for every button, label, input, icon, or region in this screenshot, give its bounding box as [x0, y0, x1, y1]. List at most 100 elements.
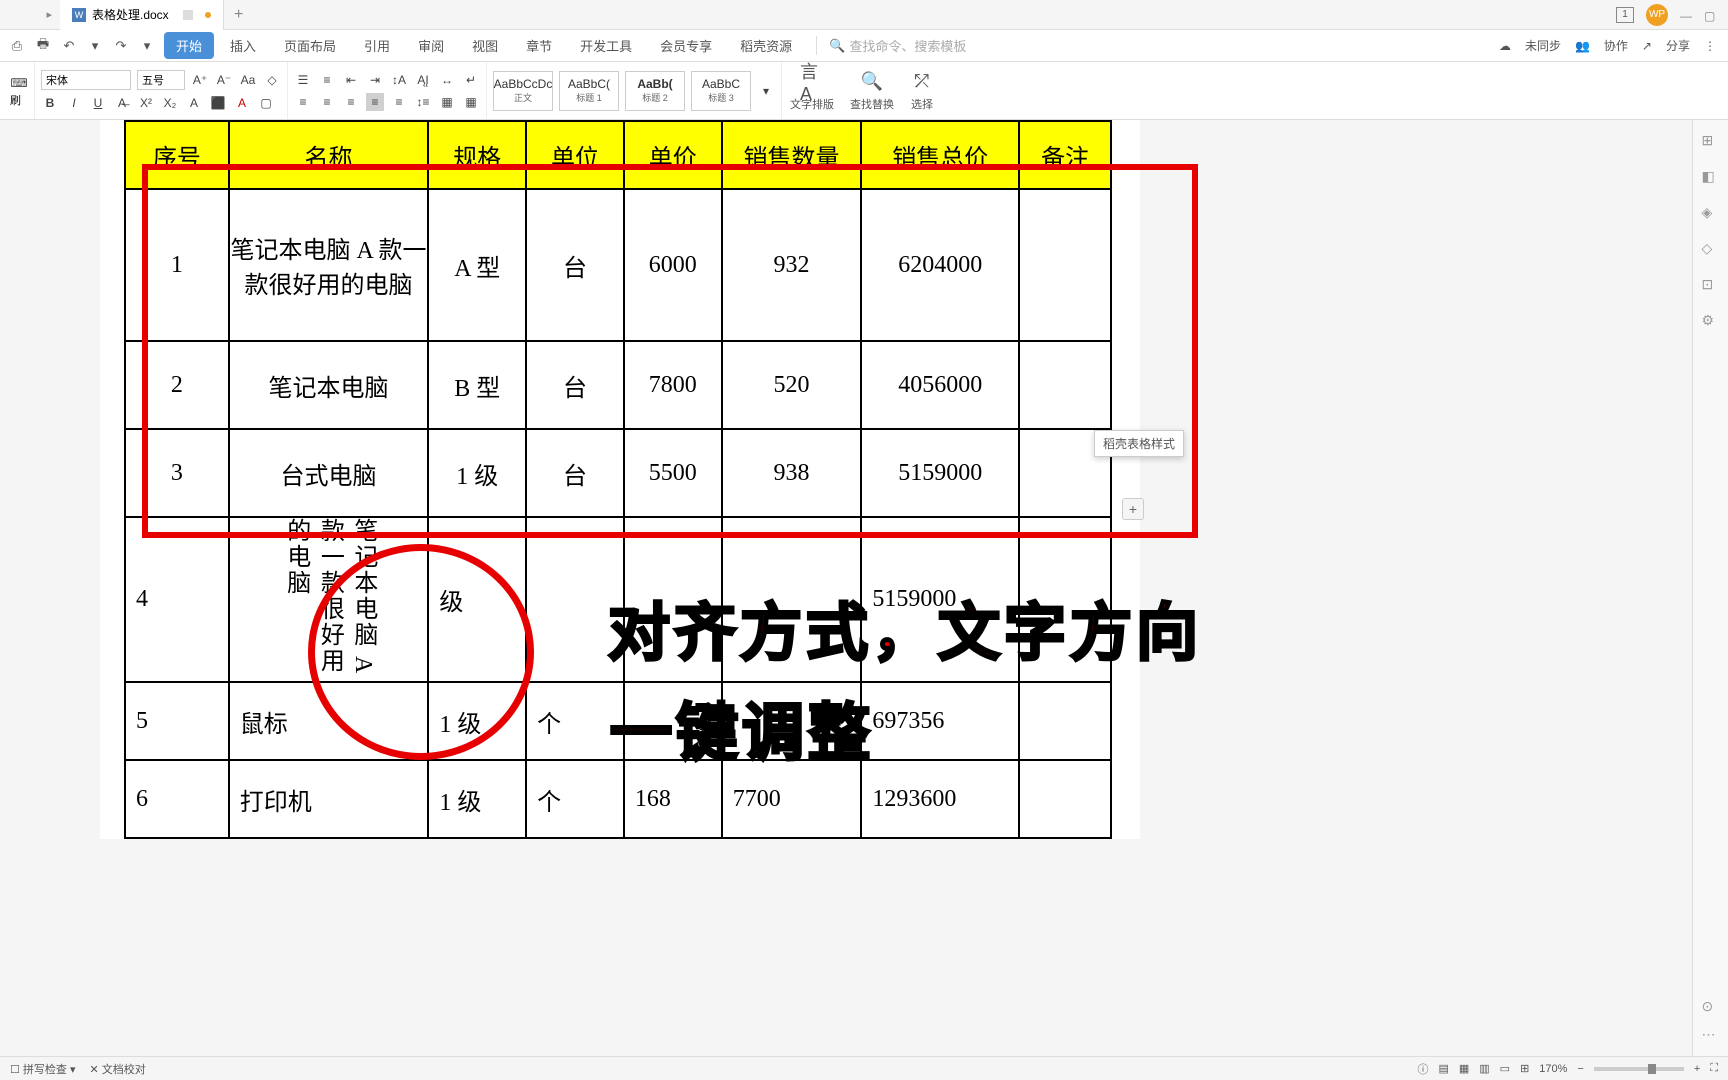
cell-unit[interactable]: 个 — [526, 760, 624, 838]
cell-note[interactable] — [1019, 682, 1111, 760]
style-normal[interactable]: AaBbCcDc 正文 — [493, 71, 553, 111]
data-table[interactable]: 序号 名称 规格 单位 单价 销售数量 销售总价 备注 1 笔记本电脑 A 款一… — [124, 120, 1112, 839]
align-justify-icon[interactable]: ≡ — [366, 93, 384, 111]
cell-spec[interactable]: A 型 — [428, 189, 526, 341]
rail-icon[interactable]: ⚙ — [1702, 312, 1720, 330]
table-row[interactable]: 4 笔记本电脑 A 款一款很好用的电脑 级 5159000 — [125, 517, 1111, 682]
cell-unit[interactable] — [526, 517, 624, 682]
cell-price[interactable] — [624, 517, 722, 682]
document-area[interactable]: 序号 名称 规格 单位 单价 销售数量 销售总价 备注 1 笔记本电脑 A 款一… — [0, 120, 1692, 1056]
add-tab-button[interactable]: + — [224, 6, 254, 24]
rail-icon[interactable]: ◈ — [1702, 204, 1720, 222]
tab-section[interactable]: 章节 — [514, 32, 564, 59]
rail-icon[interactable]: ◧ — [1702, 168, 1720, 186]
cell-price[interactable] — [624, 682, 722, 760]
cell-qty[interactable]: 7700 — [722, 760, 862, 838]
text-direction-icon[interactable]: ↕A — [390, 71, 408, 89]
bullet-list-icon[interactable]: ☰ — [294, 71, 312, 89]
cell-name[interactable]: 笔记本电脑 — [229, 341, 429, 429]
cell-qty[interactable]: 932 — [722, 189, 862, 341]
cell-index[interactable]: 4 — [125, 517, 229, 682]
rail-icon[interactable]: ⊞ — [1702, 132, 1720, 150]
cell-unit[interactable]: 个 — [526, 682, 624, 760]
spellcheck-toggle[interactable]: ☐ 拼写检查 ▾ — [10, 1061, 76, 1077]
increase-font-icon[interactable]: A⁺ — [191, 71, 209, 89]
sort-icon[interactable]: ĄĮ — [414, 71, 432, 89]
cell-spec[interactable]: 1 级 — [428, 760, 526, 838]
cell-total[interactable]: 4056000 — [861, 341, 1019, 429]
align-distribute2-icon[interactable]: ≡ — [390, 93, 408, 111]
decrease-indent-icon[interactable]: ⇤ — [342, 71, 360, 89]
strikethrough-button[interactable]: A̶ — [113, 94, 131, 112]
find-replace-button[interactable]: 🔍 查找替换 — [842, 70, 902, 112]
cell-index[interactable]: 6 — [125, 760, 229, 838]
cloud-icon[interactable]: ☁ — [1499, 39, 1511, 53]
rail-icon[interactable]: ◇ — [1702, 240, 1720, 258]
dropdown-icon[interactable]: ▾ — [86, 37, 104, 55]
table-row[interactable]: 3 台式电脑 1 级 台 5500 938 5159000 — [125, 429, 1111, 517]
table-row[interactable]: 2 笔记本电脑 B 型 台 7800 520 4056000 — [125, 341, 1111, 429]
symbol-icon[interactable]: ↵ — [462, 71, 480, 89]
print-icon[interactable]: 🖶 — [34, 37, 52, 55]
cell-spec[interactable]: 1 级 — [428, 682, 526, 760]
table-add-column-button[interactable]: + — [1122, 498, 1144, 520]
highlight-button[interactable]: ⬛ — [209, 94, 227, 112]
cell-index[interactable]: 5 — [125, 682, 229, 760]
style-heading1[interactable]: AaBbC( 标题 1 — [559, 71, 619, 111]
align-center-icon[interactable]: ≡ — [318, 93, 336, 111]
number-list-icon[interactable]: ≡ — [318, 71, 336, 89]
align-right-icon[interactable]: ≡ — [342, 93, 360, 111]
view-page-icon[interactable]: ▤ — [1438, 1062, 1448, 1075]
text-layout-button[interactable]: 言A 文字排版 — [782, 70, 842, 112]
cell-qty[interactable] — [722, 682, 862, 760]
cell-note[interactable] — [1019, 341, 1111, 429]
tab-reference[interactable]: 引用 — [352, 32, 402, 59]
readmode-icon[interactable]: ⓘ — [1417, 1061, 1428, 1077]
cell-price[interactable]: 6000 — [624, 189, 722, 341]
style-heading3[interactable]: AaBbC 标题 3 — [691, 71, 751, 111]
cell-name[interactable]: 台式电脑 — [229, 429, 429, 517]
view-outline-icon[interactable]: ▥ — [1479, 1062, 1489, 1075]
tab-member[interactable]: 会员专享 — [648, 32, 724, 59]
cell-total[interactable]: 6204000 — [861, 189, 1019, 341]
cell-total[interactable]: 5159000 — [861, 429, 1019, 517]
collab-label[interactable]: 协作 — [1604, 37, 1628, 54]
select-button[interactable]: ⤱ 选择 — [902, 70, 942, 112]
tab-view[interactable]: 视图 — [460, 32, 510, 59]
rail-icon[interactable]: ⊡ — [1702, 276, 1720, 294]
document-tab[interactable]: W 表格处理.docx — [60, 0, 224, 30]
cell-total[interactable]: 5159000 — [861, 517, 1019, 682]
cell-price[interactable]: 168 — [624, 760, 722, 838]
table-row[interactable]: 6 打印机 1 级 个 168 7700 1293600 — [125, 760, 1111, 838]
cell-name[interactable]: 笔记本电脑 A 款一款很好用的电脑 — [229, 517, 429, 682]
font-effects-button[interactable]: A — [185, 94, 203, 112]
cell-name[interactable]: 鼠标 — [229, 682, 429, 760]
border-button[interactable]: ▢ — [257, 94, 275, 112]
cell-total[interactable]: 1293600 — [861, 760, 1019, 838]
tab-pagelayout[interactable]: 页面布局 — [272, 32, 348, 59]
split-icon[interactable]: ⊞ — [1520, 1062, 1529, 1075]
zoom-out-button[interactable]: − — [1577, 1063, 1583, 1075]
decrease-font-icon[interactable]: A⁻ — [215, 71, 233, 89]
cell-index[interactable]: 2 — [125, 341, 229, 429]
cell-name[interactable]: 打印机 — [229, 760, 429, 838]
borders-icon[interactable]: ▦ — [462, 93, 480, 111]
cell-unit[interactable]: 台 — [526, 189, 624, 341]
cell-note[interactable] — [1019, 760, 1111, 838]
sync-status[interactable]: 未同步 — [1525, 37, 1561, 54]
cell-index[interactable]: 1 — [125, 189, 229, 341]
styles-more-icon[interactable]: ▾ — [757, 82, 775, 100]
cell-note[interactable] — [1019, 189, 1111, 341]
command-search[interactable]: 🔍 查找命令、搜索模板 — [816, 36, 966, 55]
italic-button[interactable]: I — [65, 94, 83, 112]
rail-icon[interactable]: ⋯ — [1702, 1026, 1720, 1044]
align-distribute-icon[interactable]: ↔ — [438, 71, 456, 89]
doccheck-button[interactable]: ✕ 文档校对 — [90, 1061, 146, 1077]
more-icon[interactable]: ⋮ — [1704, 39, 1716, 53]
maximize-button[interactable]: ▢ — [1704, 9, 1716, 21]
cell-name[interactable]: 笔记本电脑 A 款一款很好用的电脑 — [229, 189, 429, 341]
superscript-button[interactable]: X² — [137, 94, 155, 112]
font-size-select[interactable]: 五号 — [137, 70, 185, 90]
chevron-right-icon[interactable]: ▸ — [46, 8, 52, 21]
shading-icon[interactable]: ▦ — [438, 93, 456, 111]
